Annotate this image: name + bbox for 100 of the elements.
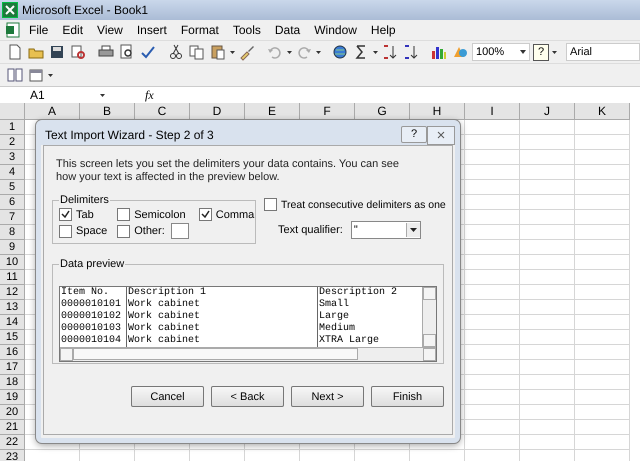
- checkbox-label[interactable]: Semicolon: [134, 208, 186, 220]
- row-header[interactable]: 5: [0, 180, 25, 195]
- grid-cell[interactable]: [520, 435, 575, 450]
- row-header[interactable]: 2: [0, 135, 25, 150]
- other-field[interactable]: [170, 223, 189, 239]
- scroll-thumb[interactable]: [73, 348, 358, 360]
- column-header[interactable]: A: [25, 103, 80, 120]
- checkbox-label[interactable]: Treat consecutive delimiters as one: [281, 198, 446, 210]
- grid-cell[interactable]: [575, 270, 630, 285]
- grid-cell[interactable]: [465, 420, 520, 435]
- grid-cell[interactable]: [575, 285, 630, 300]
- dropdown-arrow-icon[interactable]: [520, 50, 526, 54]
- grid-cell[interactable]: [465, 225, 520, 240]
- column-header[interactable]: E: [245, 103, 300, 120]
- checkbox-label[interactable]: Comma: [216, 208, 254, 220]
- grid-cell[interactable]: [575, 135, 630, 150]
- row-header[interactable]: 20: [0, 405, 25, 420]
- grid-cell[interactable]: [465, 435, 520, 450]
- grid-cell[interactable]: [520, 225, 575, 240]
- dropdown-arrow-icon[interactable]: [230, 50, 235, 54]
- dialog-button[interactable]: Finish: [371, 386, 444, 407]
- grid-cell[interactable]: [575, 405, 630, 420]
- grid-cell[interactable]: [465, 300, 520, 315]
- grid-cell[interactable]: [575, 150, 630, 165]
- column-header[interactable]: H: [410, 103, 465, 120]
- row-header[interactable]: 9: [0, 240, 25, 255]
- grid-cell[interactable]: [465, 390, 520, 405]
- grid-cell[interactable]: [520, 270, 575, 285]
- menu-item[interactable]: File: [22, 21, 56, 39]
- copy-icon[interactable]: [188, 43, 206, 61]
- row-header[interactable]: 17: [0, 360, 25, 375]
- menu-item[interactable]: Tools: [226, 21, 268, 39]
- dropdown-arrow-icon[interactable]: [552, 50, 557, 54]
- grid-cell[interactable]: [520, 420, 575, 435]
- dialog-button[interactable]: Cancel: [131, 386, 204, 407]
- column-header[interactable]: B: [80, 103, 135, 120]
- grid-cell[interactable]: [520, 375, 575, 390]
- grid-cell[interactable]: [465, 375, 520, 390]
- grid-cell[interactable]: [520, 195, 575, 210]
- grid-cell[interactable]: [575, 240, 630, 255]
- name-box[interactable]: A1: [0, 88, 100, 102]
- grid-cell[interactable]: [520, 180, 575, 195]
- dropdown-arrow-icon[interactable]: [316, 50, 321, 54]
- grid-cell[interactable]: [575, 375, 630, 390]
- row-header[interactable]: 14: [0, 315, 25, 330]
- grid-cell[interactable]: [465, 240, 520, 255]
- checkbox[interactable]: [264, 198, 277, 211]
- menu-item[interactable]: Window: [307, 21, 364, 39]
- font-dropdown[interactable]: Arial: [566, 43, 640, 61]
- select-all-corner[interactable]: [0, 103, 25, 120]
- row-header[interactable]: 12: [0, 285, 25, 300]
- paste-icon[interactable]: [209, 43, 227, 61]
- grid-cell[interactable]: [575, 420, 630, 435]
- checkbox[interactable]: [59, 224, 72, 238]
- grid-cell[interactable]: [520, 210, 575, 225]
- grid-cell[interactable]: [465, 315, 520, 330]
- column-header[interactable]: I: [465, 103, 520, 120]
- grid-cell[interactable]: [520, 360, 575, 375]
- row-header[interactable]: 22: [0, 435, 25, 450]
- grid-cell[interactable]: [465, 405, 520, 420]
- grid-cell[interactable]: [465, 150, 520, 165]
- workbook-icon[interactable]: [4, 21, 22, 39]
- grid-cell[interactable]: [520, 135, 575, 150]
- grid-cell[interactable]: [520, 390, 575, 405]
- function-button[interactable]: fx: [145, 88, 154, 102]
- zoom-dropdown[interactable]: 100%: [472, 43, 530, 61]
- grid-cell[interactable]: [575, 120, 630, 135]
- grid-cell[interactable]: [520, 240, 575, 255]
- row-header[interactable]: 11: [0, 270, 25, 285]
- sort-ascending-icon[interactable]: [381, 43, 399, 61]
- dropdown-arrow-icon[interactable]: [48, 74, 53, 76]
- grid-cell[interactable]: [520, 300, 575, 315]
- grid-cell[interactable]: [575, 165, 630, 180]
- menu-item[interactable]: Format: [174, 21, 226, 39]
- dropdown-arrow-icon[interactable]: [410, 228, 417, 232]
- grid-cell[interactable]: [465, 255, 520, 270]
- menu-item[interactable]: Insert: [130, 21, 174, 39]
- column-header[interactable]: C: [135, 103, 190, 120]
- grid-cell[interactable]: [520, 315, 575, 330]
- grid-cell[interactable]: [520, 405, 575, 420]
- row-header[interactable]: 10: [0, 255, 25, 270]
- grid-cell[interactable]: [575, 300, 630, 315]
- checkbox-label[interactable]: Other:: [134, 225, 165, 237]
- row-header[interactable]: 21: [0, 420, 25, 435]
- grid-cell[interactable]: [465, 345, 520, 360]
- dialog-button[interactable]: < Back: [211, 386, 284, 407]
- row-header[interactable]: 16: [0, 345, 25, 360]
- grid-cell[interactable]: [575, 210, 630, 225]
- column-header[interactable]: G: [355, 103, 410, 120]
- column-header[interactable]: D: [190, 103, 245, 120]
- grid-cell[interactable]: [575, 315, 630, 330]
- help-button[interactable]: ?: [401, 126, 427, 142]
- paintbrush-icon[interactable]: [238, 43, 256, 61]
- row-header[interactable]: 23: [0, 450, 25, 461]
- dropdown-arrow-icon[interactable]: [100, 94, 105, 96]
- help-button[interactable]: ?: [533, 44, 549, 60]
- row-header[interactable]: 3: [0, 150, 25, 165]
- row-header[interactable]: 18: [0, 375, 25, 390]
- checkbox[interactable]: [117, 224, 130, 238]
- row-header[interactable]: 15: [0, 330, 25, 345]
